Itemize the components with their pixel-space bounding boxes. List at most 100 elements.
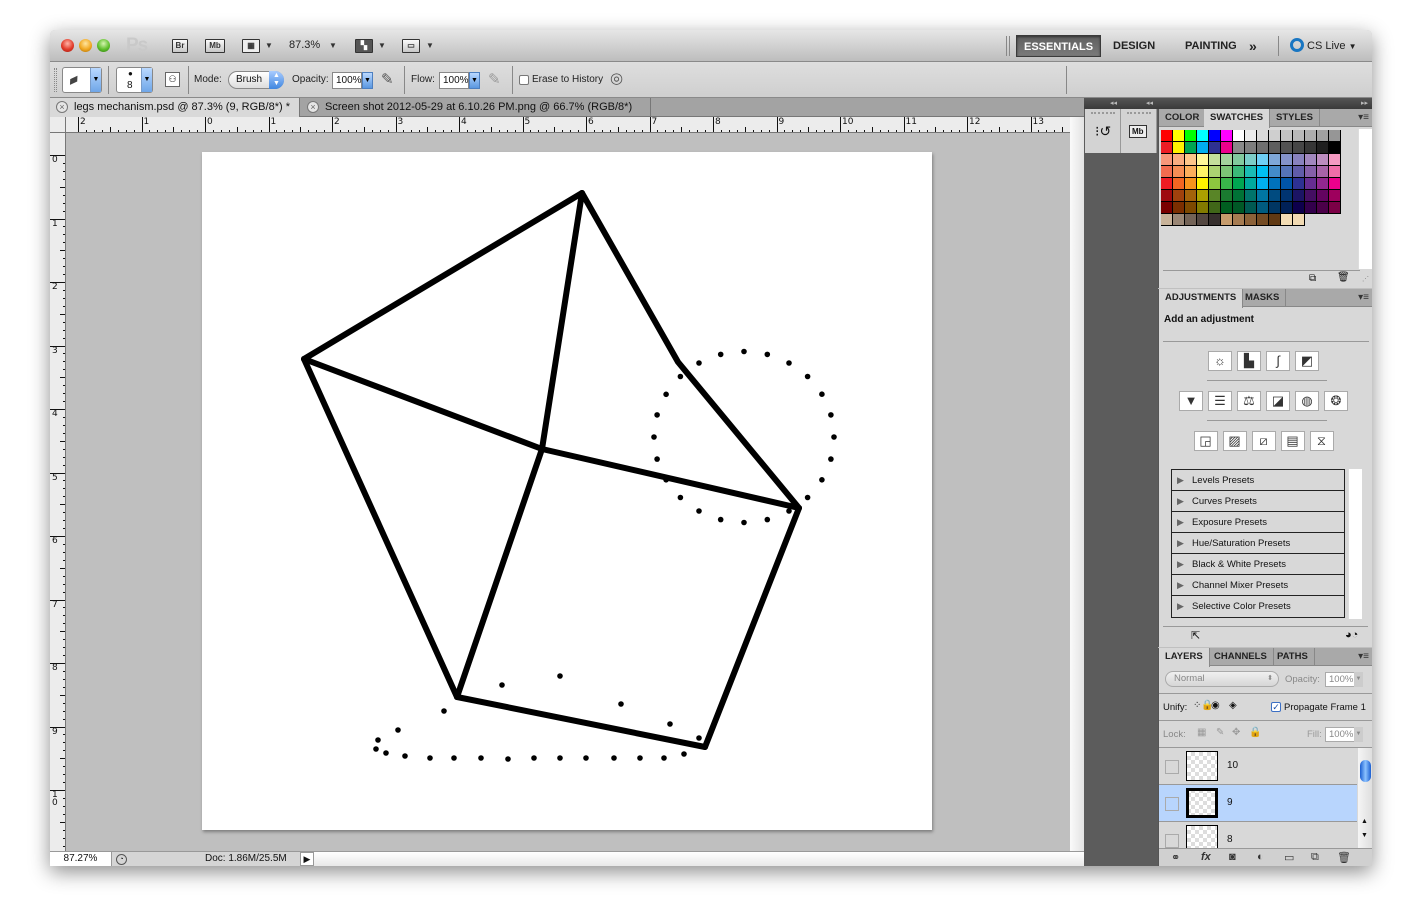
- color-swatch[interactable]: [1185, 190, 1197, 202]
- color-swatch[interactable]: [1197, 166, 1209, 178]
- color-swatch[interactable]: [1293, 202, 1305, 214]
- layers-scrollbar[interactable]: ▲ ▼: [1358, 748, 1372, 848]
- tab-swatches[interactable]: SWATCHES: [1204, 109, 1271, 128]
- tab-styles[interactable]: STYLES: [1270, 109, 1320, 127]
- swatches-scrollbar[interactable]: [1358, 129, 1372, 269]
- color-swatch[interactable]: [1269, 166, 1281, 178]
- expand-triangle-icon[interactable]: ▶: [1177, 470, 1184, 491]
- color-swatch[interactable]: [1257, 142, 1269, 154]
- collapse-icon[interactable]: ◂◂: [1146, 99, 1153, 107]
- color-swatch[interactable]: [1173, 154, 1185, 166]
- color-swatch[interactable]: [1269, 190, 1281, 202]
- options-bar-grip[interactable]: [54, 68, 57, 92]
- color-swatch[interactable]: [1161, 214, 1173, 226]
- color-swatch[interactable]: [1245, 214, 1257, 226]
- layer-opacity-field[interactable]: 100% ▼: [1325, 672, 1363, 687]
- erase-to-history-checkbox[interactable]: [519, 75, 529, 85]
- color-swatch[interactable]: [1317, 178, 1329, 190]
- vertical-ruler[interactable]: 0123456789101: [50, 133, 66, 851]
- chevron-down-icon[interactable]: ▼: [378, 41, 386, 50]
- color-swatch[interactable]: [1245, 166, 1257, 178]
- preset-item[interactable]: ▶ Exposure Presets: [1172, 512, 1344, 533]
- layer-row[interactable]: 10: [1159, 748, 1357, 785]
- tool-preset-picker[interactable]: ▰ ▼: [62, 67, 102, 93]
- color-swatch[interactable]: [1161, 130, 1173, 142]
- color-swatch[interactable]: [1221, 214, 1233, 226]
- new-layer-icon[interactable]: ⧉: [1311, 851, 1319, 864]
- color-swatch[interactable]: [1221, 154, 1233, 166]
- invert-button[interactable]: ◲: [1193, 431, 1218, 451]
- color-swatch[interactable]: [1173, 190, 1185, 202]
- tab-paths[interactable]: PATHS: [1271, 648, 1315, 666]
- workspace-painting[interactable]: PAINTING: [1178, 35, 1244, 57]
- color-swatch[interactable]: [1269, 142, 1281, 154]
- color-swatch[interactable]: [1269, 154, 1281, 166]
- color-swatch[interactable]: [1161, 154, 1173, 166]
- workspace-design[interactable]: DESIGN: [1106, 35, 1162, 57]
- color-swatch[interactable]: [1197, 190, 1209, 202]
- color-swatch[interactable]: [1257, 214, 1269, 226]
- chevron-down-icon[interactable]: ▼: [469, 72, 480, 89]
- brightness-contrast-button[interactable]: ☼: [1208, 351, 1232, 371]
- document-canvas[interactable]: [202, 152, 932, 830]
- expand-triangle-icon[interactable]: ▶: [1177, 554, 1184, 575]
- status-menu-button[interactable]: ▶: [300, 852, 314, 866]
- launch-mini-bridge-button[interactable]: Mb: [205, 39, 225, 53]
- layer-row[interactable]: 8: [1159, 822, 1357, 848]
- close-tab-icon[interactable]: ×: [56, 101, 68, 113]
- color-swatch[interactable]: [1221, 202, 1233, 214]
- color-swatch[interactable]: [1281, 178, 1293, 190]
- lock-position-icon[interactable]: ✥: [1232, 727, 1240, 738]
- photo-filter-button[interactable]: ◍: [1295, 391, 1319, 411]
- color-swatch[interactable]: [1329, 190, 1341, 202]
- color-swatch[interactable]: [1329, 130, 1341, 142]
- pressure-size-icon[interactable]: ◎: [610, 69, 623, 87]
- vertical-scrollbar[interactable]: [1070, 117, 1084, 851]
- color-swatch[interactable]: [1281, 202, 1293, 214]
- panel-menu-icon[interactable]: ▾≡: [1358, 292, 1369, 303]
- color-swatch[interactable]: [1233, 190, 1245, 202]
- fill-field[interactable]: 100% ▼: [1325, 727, 1363, 742]
- close-window-button[interactable]: [61, 39, 74, 52]
- color-swatch[interactable]: [1221, 142, 1233, 154]
- chevron-down-icon[interactable]: ▼: [265, 41, 273, 50]
- color-swatch[interactable]: [1257, 154, 1269, 166]
- preset-item[interactable]: ▶ Channel Mixer Presets: [1172, 575, 1344, 596]
- chevron-down-icon[interactable]: ▼: [362, 72, 373, 89]
- color-swatch[interactable]: [1293, 166, 1305, 178]
- visibility-toggle[interactable]: [1165, 834, 1179, 848]
- scroll-up-icon[interactable]: ▲: [1361, 818, 1368, 825]
- history-panel-button[interactable]: ⁝↺: [1085, 109, 1121, 153]
- color-swatch[interactable]: [1269, 214, 1281, 226]
- color-swatch[interactable]: [1245, 190, 1257, 202]
- color-swatch[interactable]: [1293, 214, 1305, 226]
- status-zoom-field[interactable]: 87.27%: [50, 852, 112, 866]
- color-swatch[interactable]: [1221, 166, 1233, 178]
- flow-field[interactable]: 100% ▼: [439, 72, 480, 89]
- color-swatch[interactable]: [1245, 178, 1257, 190]
- color-swatch[interactable]: [1197, 130, 1209, 142]
- unify-style-icon[interactable]: ◈: [1229, 700, 1237, 711]
- resize-grip-icon[interactable]: ⋰: [1362, 275, 1369, 283]
- cs-live-status-icon[interactable]: ◔: [116, 854, 127, 865]
- color-swatch[interactable]: [1209, 190, 1221, 202]
- color-swatch[interactable]: [1173, 166, 1185, 178]
- color-swatch[interactable]: [1281, 154, 1293, 166]
- chevron-down-icon[interactable]: ▼: [426, 41, 434, 50]
- color-swatch[interactable]: [1221, 190, 1233, 202]
- exposure-button[interactable]: ◩: [1295, 351, 1319, 371]
- color-swatch[interactable]: [1305, 130, 1317, 142]
- color-swatch[interactable]: [1293, 190, 1305, 202]
- expand-triangle-icon[interactable]: ▶: [1177, 533, 1184, 554]
- color-swatch[interactable]: [1197, 178, 1209, 190]
- cs-live-menu[interactable]: CS Live ▼: [1290, 38, 1357, 52]
- color-swatch[interactable]: [1281, 130, 1293, 142]
- color-swatch[interactable]: [1269, 202, 1281, 214]
- new-adjustment-layer-icon[interactable]: ◐: [1257, 851, 1264, 863]
- color-swatch[interactable]: [1233, 214, 1245, 226]
- panel-menu-icon[interactable]: ▾≡: [1358, 112, 1369, 123]
- zoom-level-menu[interactable]: 87.3%: [289, 39, 320, 51]
- close-tab-icon[interactable]: ×: [307, 101, 319, 113]
- color-swatch[interactable]: [1245, 142, 1257, 154]
- color-swatch[interactable]: [1185, 142, 1197, 154]
